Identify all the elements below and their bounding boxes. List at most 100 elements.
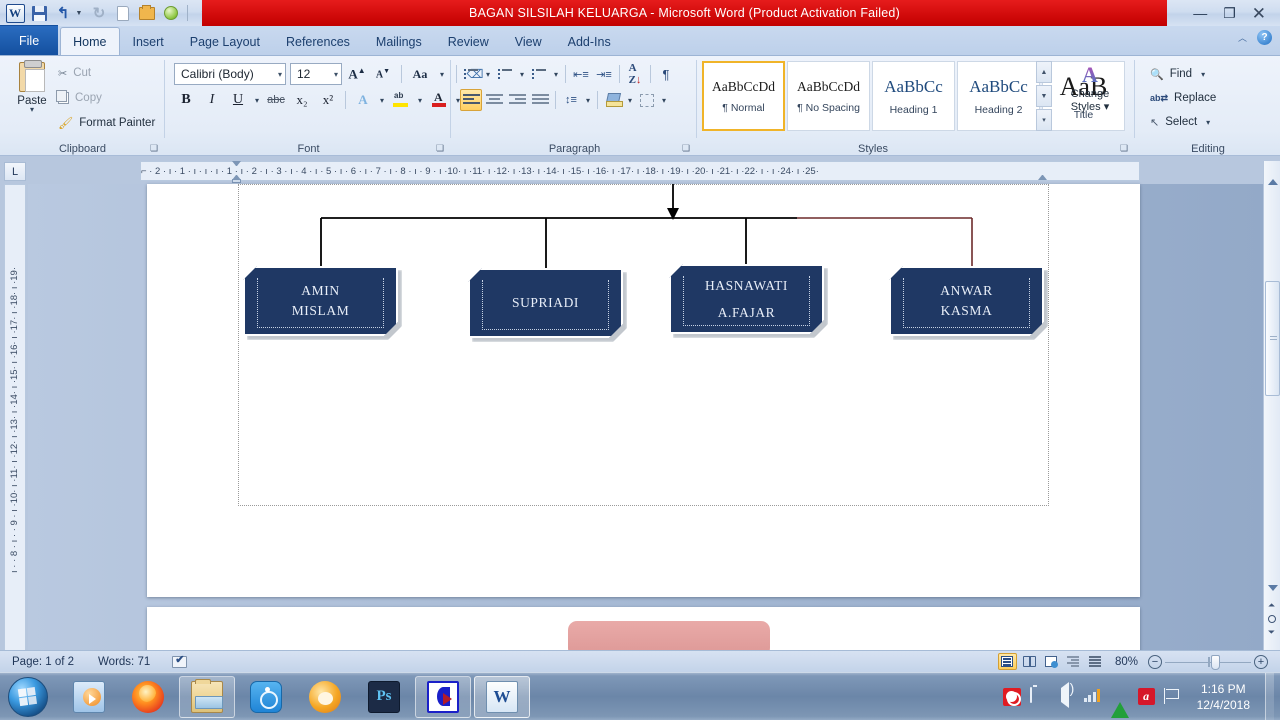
find-button[interactable]: 🔍 Find ▾ [1150, 64, 1208, 84]
bullets-dropdown-icon[interactable]: ▾ [483, 70, 493, 79]
format-painter-button[interactable]: 🖌 Format Painter [58, 114, 155, 132]
multilevel-list-button[interactable] [528, 63, 550, 85]
taskbar-photoshop[interactable]: Ps [356, 676, 412, 718]
collapse-ribbon-icon[interactable]: ︿ [1238, 31, 1247, 44]
styles-scroll-up-icon[interactable]: ▲ [1036, 61, 1052, 83]
justify-button[interactable] [529, 89, 551, 111]
avira-icon[interactable]: a [1137, 688, 1155, 705]
taskbar-clock[interactable]: 1:16 PM 12/4/2018 [1191, 681, 1256, 713]
shading-dropdown-icon[interactable]: ▾ [625, 96, 635, 105]
style-no-spacing[interactable]: AaBbCcDd ¶ No Spacing [787, 61, 870, 131]
word-count[interactable]: Words: 71 [86, 656, 162, 668]
copy-button[interactable]: Copy [56, 89, 102, 107]
paragraph-dialog-launcher[interactable]: ❏ [682, 143, 693, 154]
tab-references[interactable]: References [273, 27, 363, 55]
save-icon[interactable] [27, 2, 51, 24]
strikethrough-button[interactable]: abc [264, 89, 288, 111]
styles-more-icon[interactable]: ▾ [1036, 109, 1052, 131]
green-circle-icon[interactable] [159, 2, 183, 24]
highlight-dropdown-icon[interactable]: ▾ [415, 96, 425, 105]
borders-dropdown-icon[interactable]: ▾ [659, 96, 669, 105]
draft-view-button[interactable] [1086, 653, 1105, 670]
font-dialog-launcher[interactable]: ❏ [436, 143, 447, 154]
shading-button[interactable] [602, 89, 624, 111]
numbering-button[interactable] [494, 63, 516, 85]
chevron-down-icon[interactable]: ▾ [328, 70, 338, 79]
sort-button[interactable]: A Z↓ [624, 62, 646, 86]
grow-font-button[interactable]: A▲ [346, 63, 368, 85]
multilevel-dropdown-icon[interactable]: ▾ [551, 70, 561, 79]
new-document-icon[interactable] [111, 2, 135, 24]
redo-icon[interactable]: ↻ [87, 2, 111, 24]
subscript-button[interactable]: x₂ [290, 89, 314, 111]
font-size-combo[interactable]: 12 ▾ [290, 63, 342, 85]
select-button[interactable]: ↖ Select ▾ [1150, 112, 1213, 132]
undo-icon[interactable]: ↰ [51, 2, 75, 24]
tab-stop-selector[interactable]: L [4, 162, 26, 181]
web-layout-view-button[interactable] [1042, 653, 1061, 670]
replace-button[interactable]: ab⇄ Replace [1150, 88, 1216, 108]
superscript-button[interactable]: x² [316, 89, 340, 111]
right-indent-marker[interactable] [1038, 175, 1047, 180]
text-effects-button[interactable]: A [351, 89, 375, 111]
show-formatting-marks-button[interactable]: ¶ [655, 63, 677, 85]
full-screen-reading-view-button[interactable] [1020, 653, 1039, 670]
underline-button[interactable]: U [226, 89, 250, 111]
first-line-indent-marker[interactable] [232, 161, 241, 166]
tab-home[interactable]: Home [60, 27, 120, 55]
change-styles-button[interactable]: A Change Styles ▾ [1058, 62, 1122, 114]
tab-add-ins[interactable]: Add-Ins [555, 27, 624, 55]
taskbar-mozilla-firefox[interactable] [120, 676, 176, 718]
show-desktop-button[interactable] [1265, 672, 1274, 720]
line-spacing-button[interactable]: ↕≡ [560, 89, 582, 111]
minimize-button[interactable]: — [1193, 6, 1207, 20]
document-canvas[interactable]: AMIN MISLAM SUPRIADI HASNAWATI A.FAJAR A… [28, 184, 1263, 700]
change-case-button[interactable]: Aa [409, 63, 431, 85]
taskbar-orange-app[interactable] [297, 676, 353, 718]
select-browse-object-icon[interactable] [1267, 615, 1276, 623]
vertical-scroll-thumb[interactable] [1265, 281, 1280, 396]
word-app-icon[interactable]: W [3, 2, 27, 24]
zoom-slider-thumb[interactable] [1211, 654, 1220, 670]
change-case-dropdown-icon[interactable]: ▾ [435, 63, 449, 85]
node-box[interactable]: ANWAR KASMA [889, 266, 1044, 336]
numbering-dropdown-icon[interactable]: ▾ [517, 70, 527, 79]
underline-dropdown-icon[interactable]: ▾ [252, 96, 262, 105]
text-effects-dropdown-icon[interactable]: ▾ [377, 96, 387, 105]
styles-scroll-down-icon[interactable]: ▼ [1036, 85, 1052, 107]
document-page-1[interactable]: AMIN MISLAM SUPRIADI HASNAWATI A.FAJAR A… [147, 184, 1140, 597]
tab-mailings[interactable]: Mailings [363, 27, 435, 55]
tab-file[interactable]: File [0, 25, 59, 55]
clipboard-dialog-launcher[interactable]: ❏ [150, 143, 161, 154]
print-layout-view-button[interactable] [997, 653, 1017, 670]
select-dropdown-icon[interactable]: ▾ [1203, 118, 1213, 127]
taskbar-microsoft-word[interactable]: W [474, 675, 530, 718]
zoom-slider[interactable] [1165, 654, 1251, 670]
vertical-ruler[interactable]: ı · · 8 · ı · · 9 · ı ·10· ı ·11· ı ·12·… [4, 184, 26, 654]
node-box[interactable]: HASNAWATI A.FAJAR [669, 264, 824, 334]
shrink-font-button[interactable]: A▼ [372, 63, 394, 85]
battery-icon[interactable] [1029, 686, 1048, 706]
cut-button[interactable]: ✂ Cut [58, 64, 91, 82]
scroll-up-button[interactable] [1264, 173, 1280, 190]
paste-button[interactable]: Paste ▾ [10, 60, 54, 114]
bullets-button[interactable] [460, 63, 482, 85]
tab-view[interactable]: View [502, 27, 555, 55]
style-normal[interactable]: AaBbCcDd ¶ Normal [702, 61, 785, 131]
left-indent-marker[interactable] [232, 179, 241, 183]
align-center-button[interactable] [483, 89, 505, 111]
find-dropdown-icon[interactable]: ▾ [1198, 70, 1208, 79]
line-spacing-dropdown-icon[interactable]: ▾ [583, 96, 593, 105]
open-icon[interactable] [135, 2, 159, 24]
node-box[interactable]: AMIN MISLAM [243, 266, 398, 336]
horizontal-ruler[interactable]: ⌐ · 2 · ı · 1 · ı · ı · ı · 1 · ı · 2 · … [140, 161, 1140, 181]
chevron-down-icon[interactable]: ▾ [272, 70, 282, 79]
volume-icon[interactable] [1057, 681, 1075, 708]
restore-button[interactable]: ❐ [1223, 6, 1236, 20]
outline-view-button[interactable] [1064, 653, 1083, 670]
tab-insert[interactable]: Insert [120, 27, 177, 55]
undo-dropdown-icon[interactable]: ▼ [75, 2, 87, 24]
node-box[interactable]: SUPRIADI [468, 268, 623, 338]
network-icon[interactable] [1083, 688, 1102, 706]
previous-page-icon[interactable]: ⏶ [1268, 600, 1275, 611]
